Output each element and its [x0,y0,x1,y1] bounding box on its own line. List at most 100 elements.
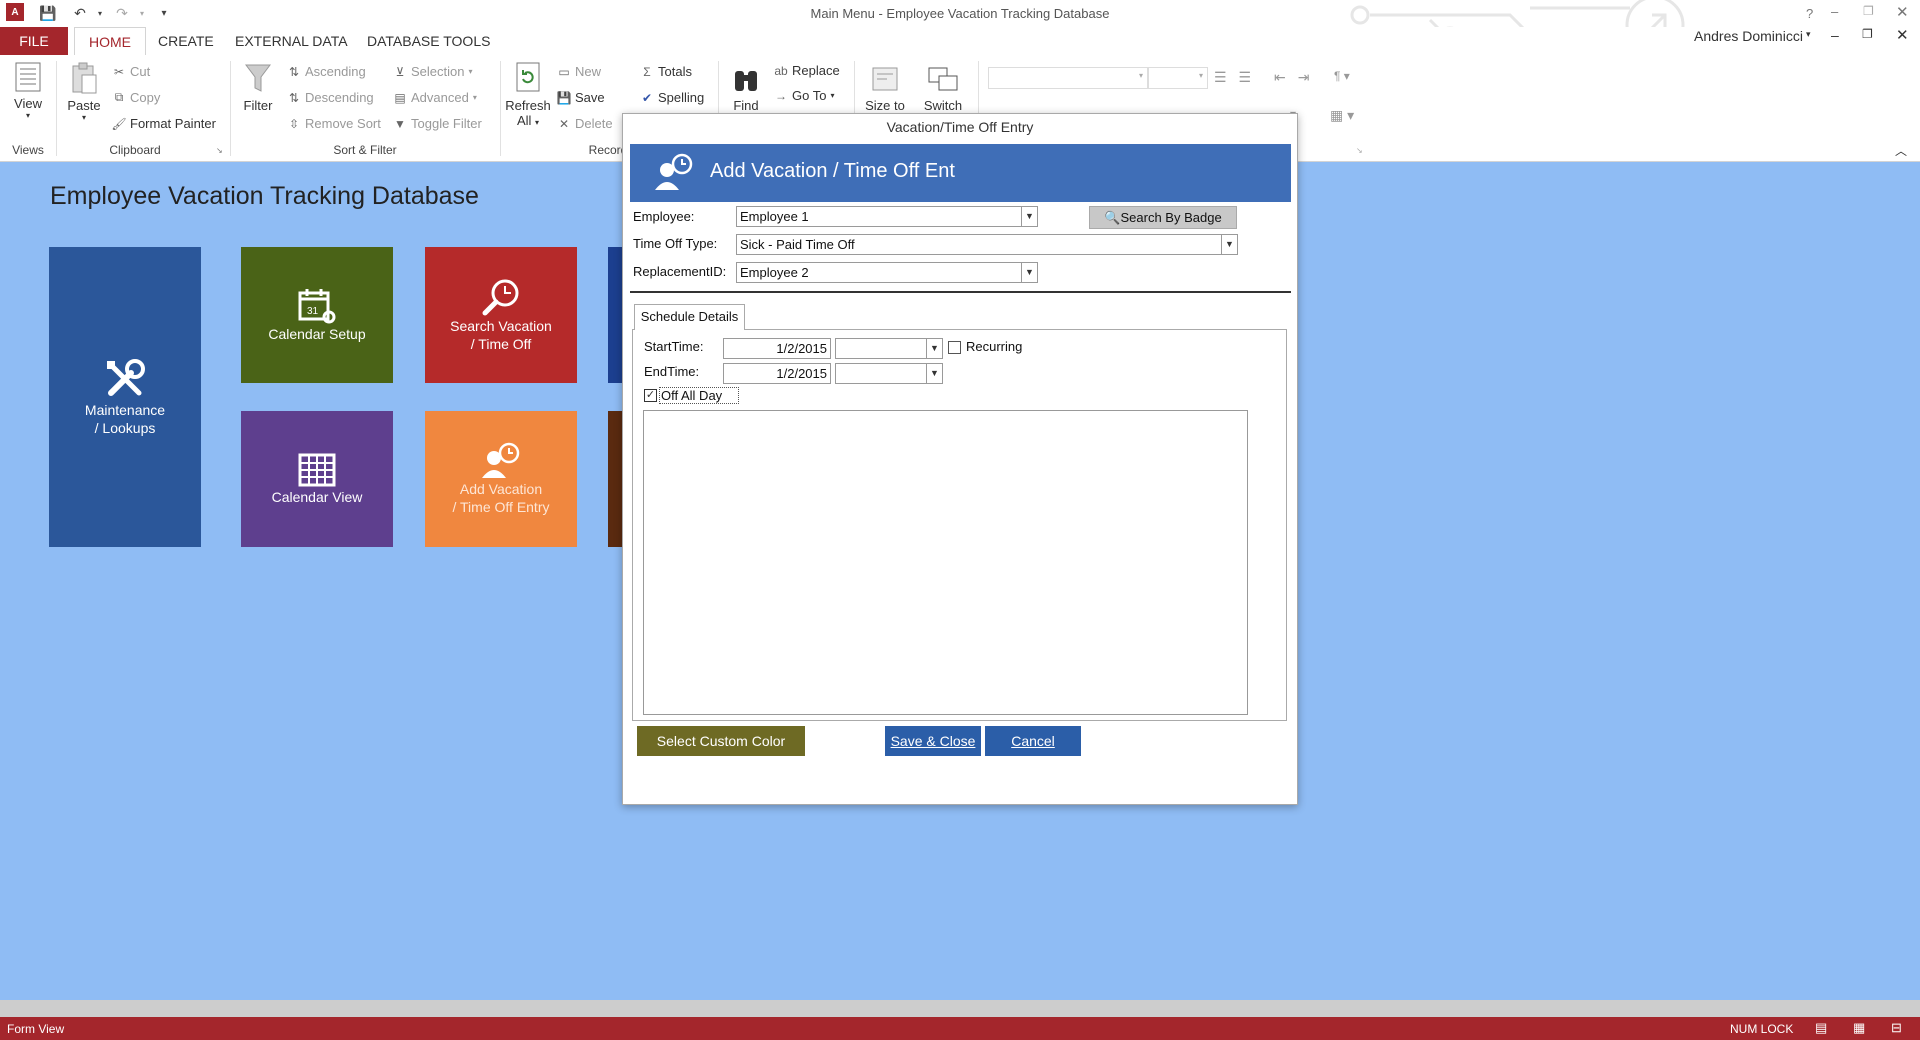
replace-label: Replace [792,63,840,78]
toggle-filter-button[interactable]: ▼ Toggle Filter [393,116,482,131]
start-time-combo[interactable]: ▼ [835,338,943,359]
tab-external-data[interactable]: EXTERNAL DATA [221,27,362,55]
ascending-label: Ascending [305,64,366,79]
restore-button[interactable]: ❐ [1863,4,1874,18]
off-all-day-label: Off All Day [659,387,740,404]
size-to-label: Size to [865,98,905,113]
form-view-icon[interactable]: ▤ [1815,1020,1827,1036]
horizontal-scrollbar[interactable] [0,1000,1920,1017]
filter-button[interactable]: Filter [236,61,280,113]
design-view-icon[interactable]: ⊟ [1891,1020,1902,1036]
app-minimize-button[interactable]: – [1831,27,1839,43]
totals-button[interactable]: Σ Totals [640,64,692,79]
paragraph-direction-icon[interactable]: ¶ ▾ [1334,69,1350,83]
tile-label: / Time Off Entry [452,499,550,515]
user-dropdown-icon[interactable]: ▾ [1806,29,1811,40]
advanced-label: Advanced [411,90,469,105]
save-record-button[interactable]: 💾 Save [557,90,605,105]
chevron-down-icon[interactable]: ▼ [1021,263,1037,282]
switch-windows-button[interactable]: Switch [918,65,968,113]
select-custom-color-button[interactable]: Select Custom Color [637,726,805,756]
find-button[interactable]: Find [724,65,768,113]
descending-label: Descending [305,90,374,105]
chevron-down-icon[interactable]: ▼ [926,364,942,383]
dialog-title: Vacation/Time Off Entry [886,119,1034,135]
tile-label: / Time Off [470,336,532,352]
new-record-button[interactable]: ▭ New [557,64,601,79]
delete-record-button[interactable]: ✕ Delete [557,116,613,131]
format-painter-button[interactable]: 🖌 Format Painter [111,116,216,131]
tab-home[interactable]: HOME [74,27,146,56]
tile-calendar-view[interactable]: Calendar View [241,411,393,547]
tile-calendar-setup[interactable]: 31 Calendar Setup [241,247,393,383]
off-all-day-checkbox[interactable]: ✓ [644,389,657,402]
font-name-box[interactable]: ▾ [988,67,1148,89]
binoculars-icon [735,71,757,91]
end-time-combo[interactable]: ▼ [835,363,943,384]
gridlines-icon[interactable]: ▦ ▾ [1330,107,1354,124]
tile-partial[interactable] [608,247,622,383]
ascending-button[interactable]: ⇅ Ascending [287,64,366,79]
remove-sort-label: Remove Sort [305,116,381,131]
datasheet-view-icon[interactable]: ▦ [1853,1020,1865,1036]
descending-button[interactable]: ⇅ Descending [287,90,374,105]
remove-sort-button[interactable]: ⇳ Remove Sort [287,116,381,131]
tile-add-vacation[interactable]: Add Vacation / Time Off Entry [425,411,577,547]
tile-partial[interactable] [608,411,622,547]
tile-maintenance-lookups[interactable]: Maintenance / Lookups [49,247,201,547]
app-close-button[interactable]: ✕ [1896,26,1909,44]
refresh-all-button[interactable]: Refresh All ▾ [504,61,552,128]
recurring-checkbox[interactable] [948,341,961,354]
text-formatting-launcher-icon[interactable]: ↘ [1356,146,1363,155]
cut-icon: ✂ [113,64,125,79]
notes-textarea[interactable] [643,410,1248,715]
collapse-ribbon-icon[interactable]: ︿ [1895,142,1907,159]
goto-button[interactable]: → Go To ▾ [774,88,834,103]
chevron-down-icon[interactable]: ▼ [1221,235,1237,254]
separator [500,61,501,156]
spelling-button[interactable]: ✔ Spelling [640,90,704,105]
clipboard-launcher-icon[interactable]: ↘ [216,146,223,155]
tab-file[interactable]: FILE [0,27,68,55]
delete-label: Delete [575,116,613,131]
tile-label: Calendar Setup [268,326,366,342]
font-size-box[interactable]: ▾ [1148,67,1208,89]
tab-create[interactable]: CREATE [144,27,228,55]
cancel-button[interactable]: Cancel [985,726,1081,756]
app-restore-button[interactable]: ❐ [1862,27,1873,41]
replacement-combo[interactable]: Employee 2 ▼ [736,262,1038,283]
advanced-button[interactable]: ▤ Advanced ▾ [393,90,477,105]
tab-schedule-details[interactable]: Schedule Details [634,304,745,330]
start-date-field[interactable]: 1/2/2015 [723,338,831,359]
search-by-badge-button[interactable]: 🔍Search By Badge [1089,206,1237,229]
selection-button[interactable]: ⊻ Selection ▾ [393,64,473,79]
close-button[interactable]: ✕ [1896,3,1909,21]
goto-arrow-icon: → [775,88,787,103]
end-date-field[interactable]: 1/2/2015 [723,363,831,384]
size-to-fit-icon [872,67,898,91]
goto-dropdown-icon: ▾ [830,91,835,100]
view-button[interactable]: View ▾ [8,61,48,120]
employee-combo[interactable]: Employee 1 ▼ [736,206,1038,227]
minimize-button[interactable]: – [1831,4,1838,19]
tile-search-vacation[interactable]: Search Vacation / Time Off [425,247,577,383]
chevron-down-icon[interactable]: ▼ [1021,207,1037,226]
divider [630,291,1291,293]
dialog-header-title: Add Vacation / Time Off Ent [710,160,955,182]
chevron-down-icon[interactable]: ▼ [926,339,942,358]
list-format-icons[interactable]: ☰☰ [1214,69,1263,86]
size-to-fit-button[interactable]: Size to [862,65,908,113]
copy-button[interactable]: ⧉ Copy [112,90,161,105]
indent-icons[interactable]: ⇤⇥ [1274,69,1321,86]
timeoff-type-combo[interactable]: Sick - Paid Time Off ▼ [736,234,1238,255]
paste-button[interactable]: Paste ▾ [64,61,104,122]
replace-button[interactable]: ab Replace [774,63,840,78]
tile-label: / Lookups [94,420,156,436]
switch-windows-icon [928,67,958,91]
help-button[interactable]: ? [1806,6,1813,21]
cut-button[interactable]: ✂ Cut [112,64,150,79]
new-label: New [575,64,602,79]
tab-database-tools[interactable]: DATABASE TOOLS [353,27,504,55]
user-name[interactable]: Andres Dominicci [1694,28,1803,44]
save-close-button[interactable]: Save & Close [885,726,981,756]
